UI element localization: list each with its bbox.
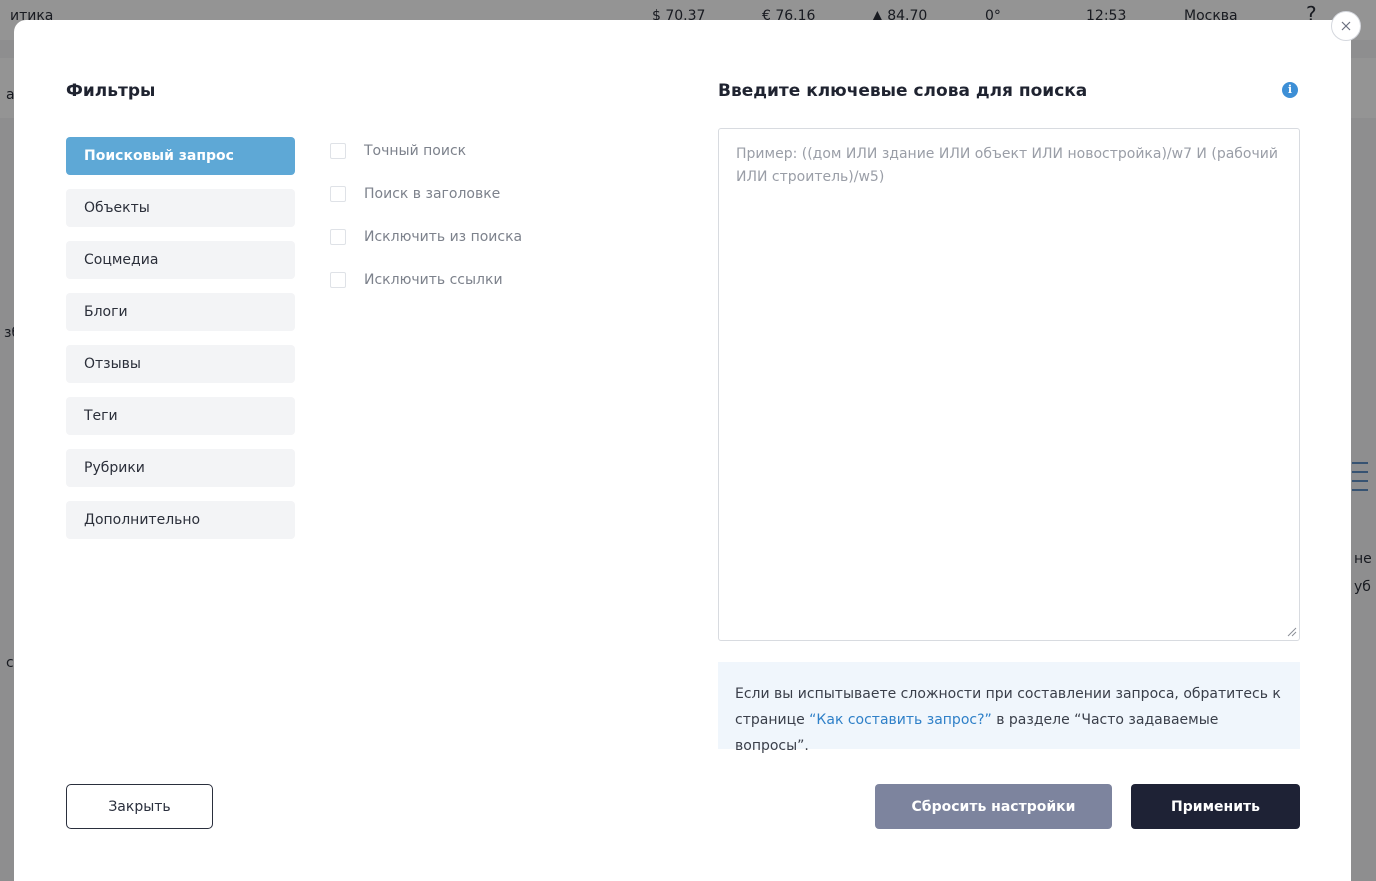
- how-to-query-link[interactable]: “Как составить запрос?”: [809, 712, 992, 728]
- exclude-links-label: Исключить ссылки: [364, 271, 503, 288]
- title-search-checkbox[interactable]: [330, 185, 346, 202]
- nav-item-additional[interactable]: Дополнительно: [66, 501, 295, 539]
- filters-modal: Фильтры Поисковый запрос Объекты Соцмеди…: [14, 20, 1351, 881]
- exclude-links-option[interactable]: Исключить ссылки: [330, 258, 522, 301]
- nav-item-reviews[interactable]: Отзывы: [66, 345, 295, 383]
- apply-button[interactable]: Применить: [1131, 784, 1300, 829]
- close-icon[interactable]: [1331, 11, 1361, 41]
- exact-search-label: Точный поиск: [364, 142, 467, 159]
- nav-item-rubrics[interactable]: Рубрики: [66, 449, 295, 487]
- nav-item-social-media[interactable]: Соцмедиа: [66, 241, 295, 279]
- filters-nav: Поисковый запрос Объекты Соцмедиа Блоги …: [66, 137, 295, 553]
- exact-search-checkbox[interactable]: [330, 142, 346, 159]
- exclude-links-checkbox[interactable]: [330, 271, 346, 288]
- resize-grip-icon[interactable]: [1287, 627, 1297, 637]
- info-icon[interactable]: i: [1282, 82, 1298, 98]
- keywords-input[interactable]: [718, 128, 1300, 641]
- exclude-from-search-checkbox[interactable]: [330, 228, 346, 245]
- exclude-from-search-option[interactable]: Исключить из поиска: [330, 215, 522, 258]
- filters-title: Фильтры: [66, 81, 156, 101]
- nav-item-objects[interactable]: Объекты: [66, 189, 295, 227]
- close-button[interactable]: Закрыть: [66, 784, 213, 829]
- help-note: Если вы испытываете сложности при состав…: [718, 662, 1300, 754]
- search-options: Точный поиск Поиск в заголовке Исключить…: [330, 139, 522, 301]
- keywords-title: Введите ключевые слова для поиска: [718, 81, 1088, 101]
- nav-item-tags[interactable]: Теги: [66, 397, 295, 435]
- nav-item-search-query[interactable]: Поисковый запрос: [66, 137, 295, 175]
- title-search-label: Поиск в заголовке: [364, 185, 501, 202]
- reset-settings-button[interactable]: Сбросить настройки: [875, 784, 1112, 829]
- exact-search-option[interactable]: Точный поиск: [330, 129, 522, 172]
- exclude-from-search-label: Исключить из поиска: [364, 228, 523, 245]
- nav-item-blogs[interactable]: Блоги: [66, 293, 295, 331]
- title-search-option[interactable]: Поиск в заголовке: [330, 172, 522, 215]
